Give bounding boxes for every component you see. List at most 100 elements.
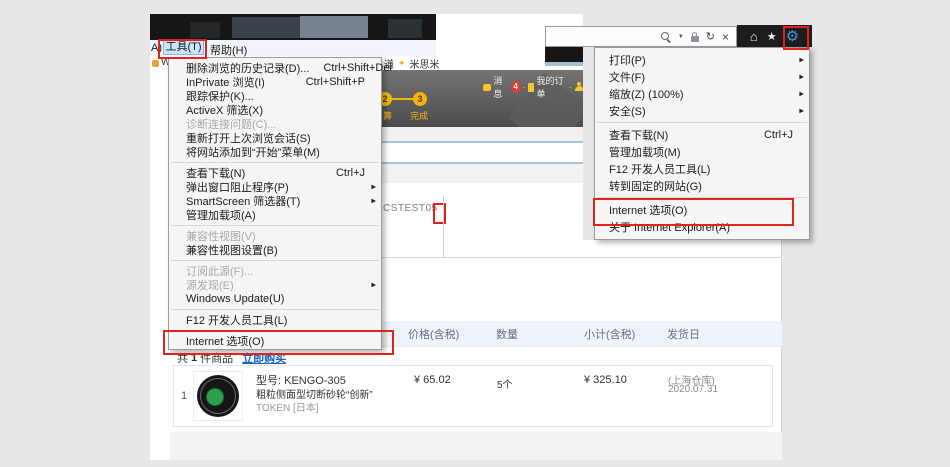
step-connector — [392, 98, 413, 100]
menu-item-label: Windows Update(U) — [186, 293, 284, 305]
menu-item[interactable]: 兼容性视图设置(B) — [169, 243, 381, 257]
col-header-price: 价格(含税) — [408, 323, 459, 348]
menu-item[interactable]: InPrivate 浏览(I)Ctrl+Shift+P — [169, 75, 381, 89]
menu-item: 诊断连接问题(C)... — [169, 117, 381, 131]
stop-icon[interactable]: × — [722, 30, 729, 44]
webpage-banner-image — [150, 14, 436, 40]
menu-item-shortcut: Ctrl+Shift+P — [292, 76, 365, 88]
menu-item-label: F12 开发人员工具(L) — [609, 161, 710, 177]
step-2-circle: 2 — [382, 92, 392, 106]
menu-item[interactable]: 转到固定的网站(G) — [595, 177, 809, 194]
menu-item: 兼容性视图(V) — [169, 229, 381, 243]
menu-item[interactable]: 文件(F)▶ — [595, 68, 809, 85]
menu-item-label: Internet 选项(O) — [609, 202, 687, 218]
menu-item[interactable]: 跟踪保护(K)... — [169, 89, 381, 103]
item-subtotal: ¥ 325.10 — [584, 374, 627, 386]
menu-item[interactable]: F12 开发人员工具(L) — [169, 313, 381, 327]
nav-dot: · — [569, 82, 572, 92]
menu-item-label: F12 开发人员工具(L) — [186, 312, 287, 328]
page-section-vline — [443, 196, 444, 257]
summary-count: 1 — [191, 352, 197, 364]
menu-item: 订阅此源(F)... — [169, 264, 381, 278]
page-strip — [382, 127, 583, 141]
menu-item-internet-options[interactable]: Internet 选项(O) — [595, 201, 809, 218]
menu-item-label: 关于 Internet Explorer(A) — [609, 219, 730, 235]
menu-item-shortcut: Ctrl+J — [750, 129, 793, 141]
menu-item[interactable]: F12 开发人员工具(L) — [595, 160, 809, 177]
summary-prefix: 共 — [177, 350, 188, 366]
nav-dot: · — [523, 82, 526, 92]
row-number: 1 — [181, 390, 187, 402]
menu-item[interactable]: 关于 Internet Explorer(A) — [595, 218, 809, 235]
favorites-fragment-right[interactable]: 道 ✦ 米思米 — [384, 56, 440, 71]
menu-item[interactable]: 查看下载(N) Ctrl+J — [595, 126, 809, 143]
item-ship-date: 2020.07.31 — [668, 384, 718, 395]
menu-item[interactable]: 管理加载项(M) — [595, 143, 809, 160]
menu-item-label: 源发现(E) — [186, 277, 234, 293]
home-icon[interactable]: ⌂ — [750, 29, 758, 44]
address-bar-fragment: ▼ ↻ × — [545, 26, 737, 47]
col-header-subtotal: 小计(含税) — [584, 323, 635, 348]
search-dropdown-icon[interactable]: ▼ — [678, 34, 684, 40]
menu-item-label: 转到固定的网站(G) — [609, 178, 702, 194]
buy-now-link[interactable]: 立即购买 — [242, 350, 286, 366]
col-header-qty: 数量 — [496, 323, 518, 348]
menu-help[interactable]: 帮助(H) — [210, 42, 247, 58]
messages-link[interactable]: 消息 — [493, 74, 508, 100]
menu-item-label: 管理加载项(M) — [609, 144, 681, 160]
banner-patch — [388, 19, 422, 38]
menu-separator — [595, 119, 809, 126]
menu-tools[interactable]: 工具(T) — [163, 40, 204, 55]
menu-item-internet-options[interactable]: Internet 选项(O) — [169, 334, 381, 348]
favorite-site-icon — [152, 60, 159, 67]
menu-item[interactable]: Windows Update(U) — [169, 292, 381, 306]
screenshot-composite: 消息 4 · 我的订单 · 2 3 算 完成 CSTEST05 价格(含税) — [0, 0, 950, 467]
menu-item[interactable]: 删除浏览的历史记录(D)...Ctrl+Shift+Del — [169, 61, 381, 75]
my-orders-link[interactable]: 我的订单 — [536, 74, 566, 100]
summary-suffix: 件商品 — [200, 350, 233, 366]
menu-item-label: 兼容性视图设置(B) — [186, 242, 278, 258]
menu-item[interactable]: 缩放(Z) (100%)▶ — [595, 85, 809, 102]
message-count-badge: 4 — [511, 81, 521, 93]
account-code-text: CSTEST05 — [383, 203, 438, 214]
menu-item-label: 文件(F) — [609, 69, 645, 85]
submenu-arrow-icon: ▶ — [799, 90, 804, 97]
submenu-arrow-icon: ▶ — [371, 198, 376, 205]
menu-item[interactable]: 重新打开上次浏览会话(S) — [169, 131, 381, 145]
menu-item-label: 查看下载(N) — [609, 127, 668, 143]
submenu-arrow-icon: ▶ — [371, 184, 376, 191]
search-icon[interactable] — [661, 32, 671, 42]
menu-item[interactable]: ActiveX 筛选(X) — [169, 103, 381, 117]
menu-item-partial[interactable]: A) — [151, 42, 162, 54]
menu-item: 源发现(E) ▶ — [169, 278, 381, 292]
refresh-icon[interactable]: ↻ — [706, 30, 715, 43]
submenu-arrow-icon: ▶ — [371, 282, 376, 289]
menu-bar: A) 工具(T) 帮助(H) — [150, 40, 436, 56]
lock-icon — [691, 36, 699, 42]
product-image-box[interactable] — [193, 371, 243, 421]
favorite-star-icon: ✦ — [398, 58, 406, 69]
tools-dropdown-menu: 删除浏览的历史记录(D)...Ctrl+Shift+DelInPrivate 浏… — [168, 57, 382, 350]
menu-item[interactable]: 管理加载项(A) — [169, 208, 381, 222]
menu-item-label: 管理加载项(A) — [186, 207, 256, 223]
menu-item[interactable]: SmartScreen 筛选器(T)▶ — [169, 194, 381, 208]
menu-item[interactable]: 弹出窗口阻止程序(P)▶ — [169, 180, 381, 194]
page-white-area-right — [583, 240, 782, 460]
menu-item[interactable]: 查看下载(N)Ctrl+J — [169, 166, 381, 180]
menu-item[interactable]: 安全(S)▶ — [595, 102, 809, 119]
favorites-star-icon[interactable]: ★ — [767, 30, 777, 43]
gear-tools-icon[interactable]: ⚙ — [786, 27, 799, 45]
menu-item[interactable]: 将网站添加到“开始”菜单(M) — [169, 145, 381, 159]
step-3-label: 完成 — [410, 109, 428, 122]
col-header-shipdate: 发货日 — [667, 323, 700, 348]
menu-separator — [595, 194, 809, 201]
submenu-arrow-icon: ▶ — [799, 56, 804, 63]
step-3-circle: 3 — [413, 92, 427, 106]
order-summary-line: 共 1 件商品 立即购买 — [177, 350, 286, 366]
menu-item-shortcut: Ctrl+Shift+Del — [309, 62, 391, 74]
menu-item-label: Internet 选项(O) — [186, 333, 264, 349]
tab-strip-fragment — [545, 47, 583, 62]
menu-item[interactable]: 打印(P)▶ — [595, 51, 809, 68]
site-header-band: 消息 4 · 我的订单 · 2 3 算 完成 — [382, 70, 583, 127]
submenu-arrow-icon: ▶ — [799, 107, 804, 114]
